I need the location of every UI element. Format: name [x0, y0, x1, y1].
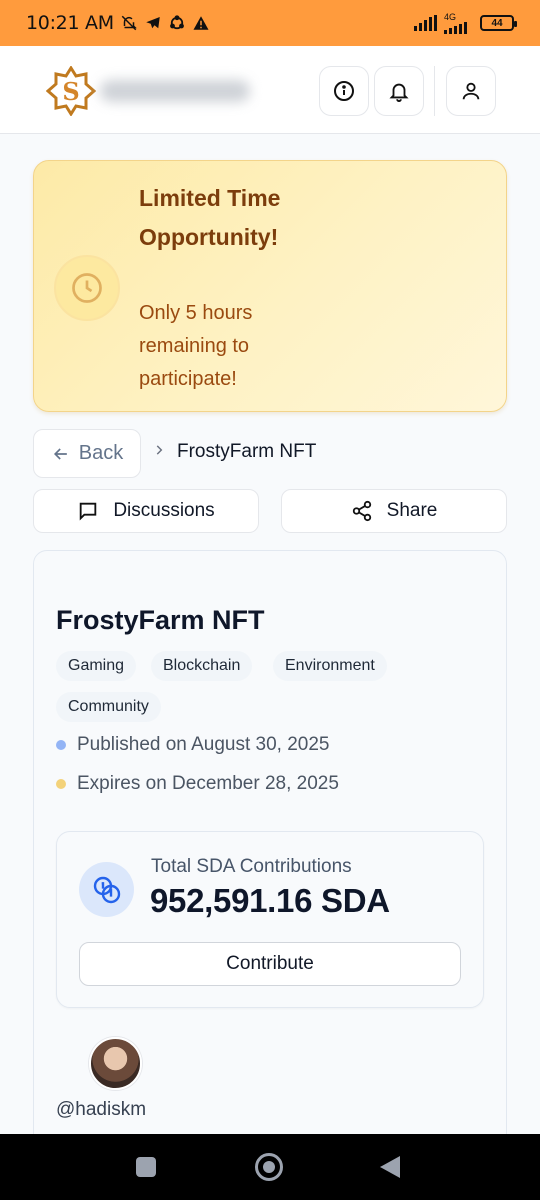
contribute-button[interactable]: Contribute	[79, 942, 461, 986]
back-triangle-icon[interactable]	[380, 1156, 400, 1178]
info-button[interactable]	[319, 66, 369, 116]
back-button[interactable]: Back	[33, 429, 141, 478]
recents-icon[interactable]	[136, 1157, 156, 1177]
contributions-amount: 952,591.16 SDA	[150, 882, 390, 919]
coins-icon	[93, 876, 120, 903]
signal-icon	[414, 15, 437, 31]
signal-icon-2	[444, 21, 467, 34]
chevron-right-icon	[156, 445, 163, 455]
tag-environment[interactable]: Environment	[273, 651, 387, 681]
status-bar: 10:21 AM 4G 44	[0, 0, 540, 46]
published-dot	[56, 740, 66, 750]
discussions-button[interactable]: Discussions	[33, 489, 259, 533]
chat-icon	[80, 502, 97, 521]
notifications-button[interactable]	[374, 66, 424, 116]
creator-username[interactable]: @hadiskm	[56, 1099, 146, 1121]
mute-icon	[121, 15, 137, 31]
expires-date: Expires on December 28, 2025	[56, 773, 339, 795]
limited-time-banner: Limited Time Opportunity! Only 5 hours r…	[33, 160, 507, 412]
share-icon	[352, 500, 371, 522]
status-icons	[120, 14, 210, 32]
banner-title: Limited Time Opportunity!	[139, 185, 281, 250]
coins-badge	[79, 862, 134, 917]
home-icon[interactable]	[255, 1153, 283, 1181]
sync-icon	[169, 15, 184, 30]
back-label: Back	[78, 442, 124, 464]
published-text: Published on August 30, 2025	[77, 734, 330, 755]
breadcrumb-current: FrostyFarm NFT	[177, 441, 317, 462]
telegram-icon	[146, 17, 160, 29]
profile-button[interactable]	[446, 66, 496, 116]
tag-blockchain[interactable]: Blockchain	[151, 651, 253, 681]
network-indicator: 4G	[444, 11, 474, 34]
network-type: 4G	[444, 11, 457, 22]
clock-icon	[72, 273, 102, 303]
published-date: Published on August 30, 2025	[56, 734, 329, 756]
brand-name-blurred	[100, 80, 250, 102]
expires-text: Expires on December 28, 2025	[77, 773, 339, 794]
app-header: S	[0, 46, 540, 134]
share-label: Share	[386, 500, 438, 521]
tag-gaming[interactable]: Gaming	[56, 651, 137, 681]
info-icon	[334, 81, 354, 101]
expires-dot	[56, 779, 66, 789]
contributions-label: Total SDA Contributions	[151, 856, 352, 877]
arrow-left-icon	[53, 447, 67, 460]
svg-text:S: S	[62, 77, 79, 106]
tag-community[interactable]: Community	[56, 692, 161, 722]
project-title: FrostyFarm NFT	[56, 605, 265, 635]
status-time: 10:21 AM	[26, 12, 114, 34]
user-icon	[462, 82, 480, 100]
creator-avatar[interactable]	[89, 1037, 142, 1090]
battery-icon: 44	[480, 15, 517, 31]
bell-icon	[389, 83, 409, 102]
banner-subtitle: Only 5 hours remaining to participate!	[139, 302, 253, 390]
header-divider	[434, 66, 435, 116]
logo-icon[interactable]: S	[46, 66, 96, 116]
share-button[interactable]: Share	[281, 489, 507, 533]
clock-badge	[54, 255, 120, 321]
warning-icon	[193, 16, 209, 30]
discussions-label: Discussions	[113, 500, 215, 521]
